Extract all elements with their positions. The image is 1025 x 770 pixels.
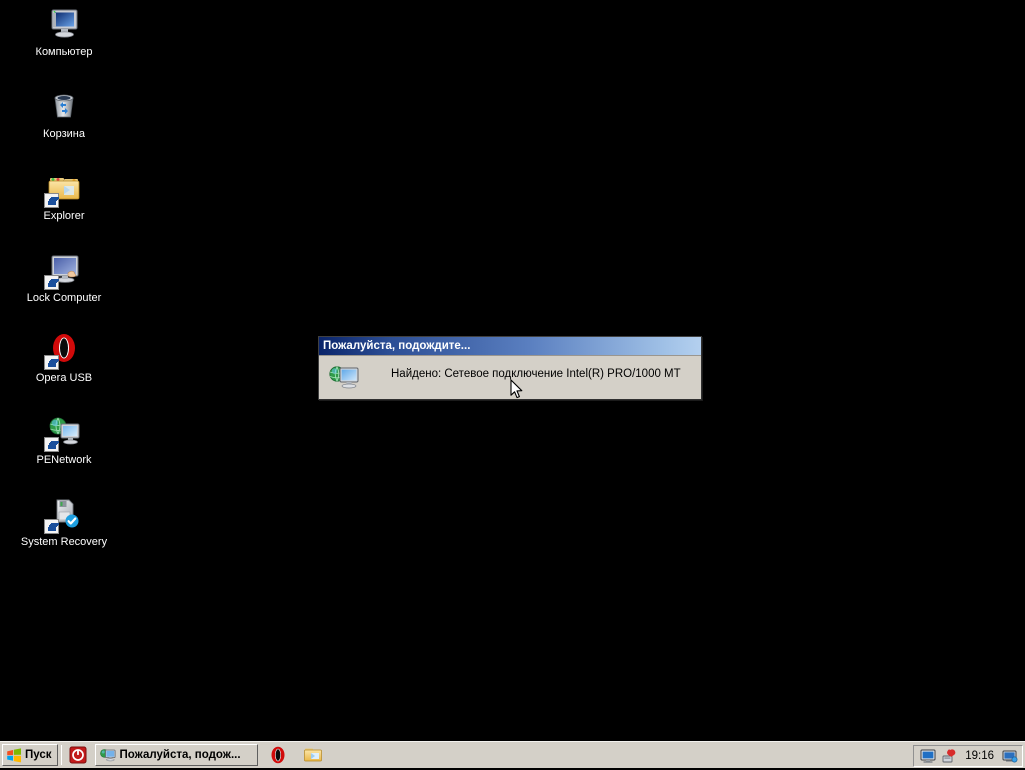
desktop-icon-label: Lock Computer [6, 292, 122, 305]
opera-logo-icon [44, 330, 84, 370]
folder-explorer-icon [44, 168, 84, 208]
power-shutdown-icon[interactable] [68, 745, 88, 765]
recycle-bin-icon [44, 86, 84, 126]
folder-explorer-icon[interactable] [303, 745, 323, 765]
network-connection-icon [329, 362, 361, 392]
shortcut-arrow-icon [44, 355, 59, 370]
network-connection-icon [100, 747, 116, 763]
desktop-icon-label: Компьютер [6, 46, 122, 59]
dialog-titlebar[interactable]: Пожалуйста, подождите... [319, 337, 701, 356]
monitor-icon[interactable] [920, 748, 936, 764]
safely-remove-hardware-icon[interactable] [941, 748, 957, 764]
desktop-icon-label: Explorer [6, 210, 122, 223]
desktop-icon-label: System Recovery [6, 536, 122, 549]
taskbar-task-label: Пожалуйста, подож... [120, 749, 241, 761]
please-wait-dialog[interactable]: Пожалуйста, подождите... Найдено: Сетево [318, 336, 702, 400]
opera-logo-icon[interactable] [268, 745, 288, 765]
network-monitor-icon[interactable] [1002, 748, 1018, 764]
network-globe-icon [44, 412, 84, 452]
taskbar-separator [61, 745, 62, 765]
desktop-icon-lock-computer[interactable]: Lock Computer [6, 250, 122, 305]
desktop-icon-system-recovery[interactable]: System Recovery [6, 494, 122, 549]
desktop-icon-label: Корзина [6, 128, 122, 141]
desktop-icon-label: PENetwork [6, 454, 122, 467]
shortcut-arrow-icon [44, 519, 59, 534]
taskbar-clock[interactable]: 19:16 [965, 750, 994, 762]
desktop-icon-opera-usb[interactable]: Opera USB [6, 330, 122, 385]
desktop-icon-penetwork[interactable]: PENetwork [6, 412, 122, 467]
taskbar[interactable]: Пуск Пожалуйста, подож... [0, 741, 1025, 768]
dialog-message: Найдено: Сетевое подключение Intel(R) PR… [391, 368, 681, 380]
taskbar-task-please-wait[interactable]: Пожалуйста, подож... [95, 744, 258, 766]
shortcut-arrow-icon [44, 437, 59, 452]
shortcut-arrow-icon [44, 275, 59, 290]
desktop-icon-recycle-bin[interactable]: Корзина [6, 86, 122, 141]
system-tray[interactable]: 19:16 [913, 745, 1023, 767]
dialog-title: Пожалуйста, подождите... [323, 340, 470, 352]
computer-monitor-icon [44, 4, 84, 44]
dialog-body: Найдено: Сетевое подключение Intel(R) PR… [319, 356, 701, 399]
windows-flag-icon [6, 748, 22, 763]
desktop-icon-explorer[interactable]: Explorer [6, 168, 122, 223]
shortcut-arrow-icon [44, 193, 59, 208]
desktop[interactable]: Компьютер Корзина [0, 0, 1025, 741]
lock-monitor-icon [44, 250, 84, 290]
desktop-icon-computer[interactable]: Компьютер [6, 4, 122, 59]
desktop-icon-label: Opera USB [6, 372, 122, 385]
recovery-disk-icon [44, 494, 84, 534]
start-button-label: Пуск [25, 749, 52, 761]
start-button[interactable]: Пуск [2, 744, 58, 766]
